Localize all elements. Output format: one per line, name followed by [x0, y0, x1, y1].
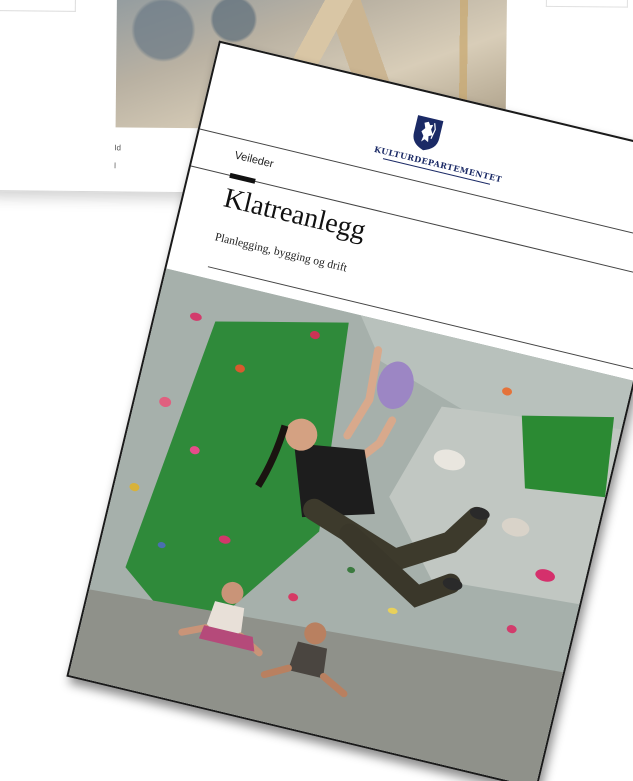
screenshot: Id l KULTURDEPARTEMENTET Veileder Klatre…: [0, 0, 633, 781]
background-tab: [545, 0, 628, 8]
background-caption: l: [114, 161, 116, 171]
norwegian-coat-of-arms-icon: [413, 115, 444, 151]
background-input-box: [0, 0, 77, 12]
document-type: Veileder: [233, 149, 275, 171]
background-caption: Id: [114, 143, 122, 153]
